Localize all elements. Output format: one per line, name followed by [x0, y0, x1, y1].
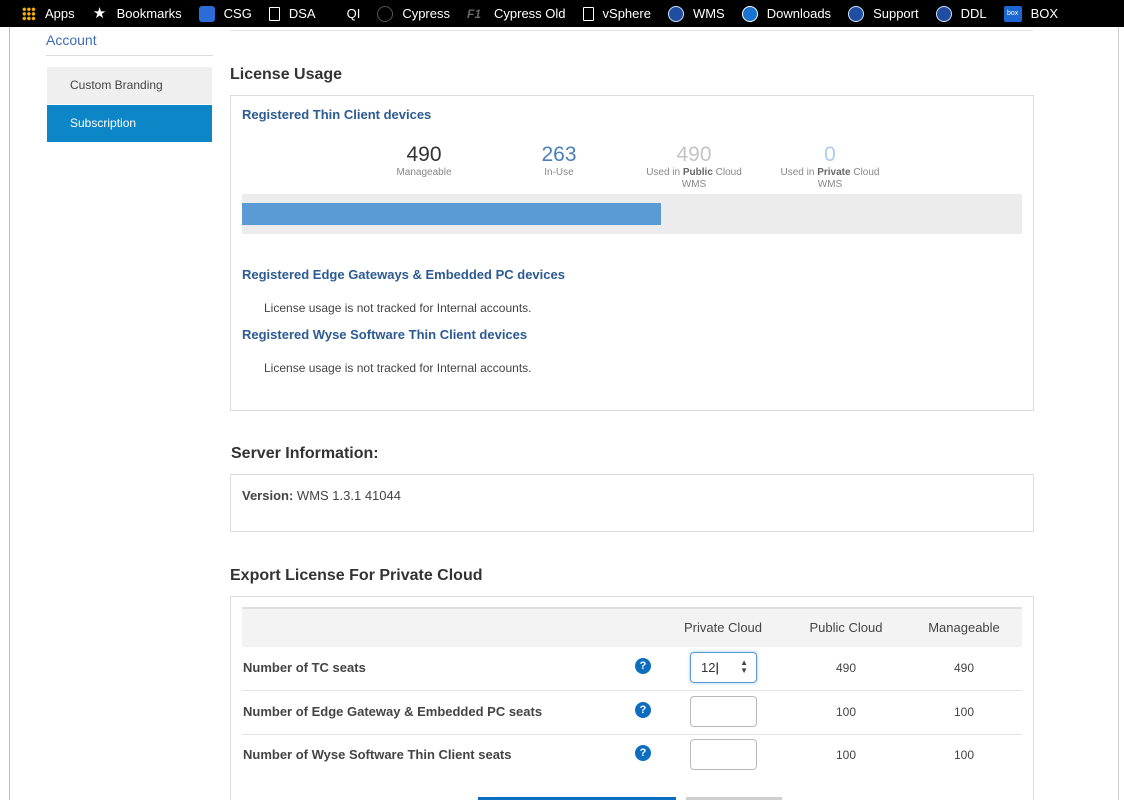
- stat-label: Used in Public Cloud WMS: [646, 167, 742, 190]
- stat-private-cloud: 0 Used in Private Cloud WMS: [770, 143, 890, 191]
- export-license-heading: Export License For Private Cloud: [230, 567, 483, 584]
- apps-icon: [22, 6, 36, 21]
- row-label-wyse-seats: Number of Wyse Software Thin Client seat…: [243, 747, 512, 762]
- stat-label: In-Use: [544, 167, 574, 178]
- bookmark-downloads[interactable]: Downloads: [741, 5, 831, 22]
- bookmark-dsa[interactable]: DSA: [268, 6, 316, 21]
- wyse-software-title: Registered Wyse Software Thin Client dev…: [242, 327, 528, 342]
- row-divider: [242, 734, 1022, 735]
- dell-icon: [935, 5, 952, 22]
- csg-icon: [198, 5, 215, 22]
- download-icon: [741, 5, 758, 22]
- stat-value: 0: [824, 143, 836, 166]
- tc-seats-private-input[interactable]: 12| ▲ ▼: [690, 652, 757, 683]
- bookmark-vsphere[interactable]: vSphere: [582, 6, 651, 21]
- server-version: Version: WMS 1.3.1 41044: [242, 488, 401, 503]
- bookmark-support[interactable]: Support: [848, 5, 919, 22]
- stat-label: Manageable: [396, 167, 452, 178]
- divider: [230, 30, 1033, 31]
- help-icon[interactable]: ?: [635, 658, 651, 674]
- stat-label: Used in Private Cloud WMS: [780, 167, 880, 190]
- bookmarks-bar: Apps ★ Bookmarks CSG DSA QI Cypress F1 Cyp…: [0, 0, 1124, 27]
- edge-gateways-note: License usage is not tracked for Interna…: [264, 301, 532, 315]
- star-icon: ★: [92, 4, 107, 22]
- bookmark-cypress[interactable]: Cypress: [377, 5, 450, 22]
- column-header-public-cloud: Public Cloud: [809, 620, 883, 635]
- tc-seats-manageable-value: 490: [953, 661, 975, 675]
- dell-icon: [667, 5, 684, 22]
- page-icon: [268, 6, 280, 21]
- dell-icon: [848, 5, 865, 22]
- bookmark-qi[interactable]: QI: [347, 6, 361, 21]
- window-frame-left: [0, 27, 10, 800]
- column-header-manageable: Manageable: [928, 620, 1000, 635]
- wyse-software-note: License usage is not tracked for Interna…: [264, 361, 532, 375]
- divider: [46, 55, 213, 56]
- input-value: 12: [701, 660, 716, 675]
- cypress-icon: [377, 5, 394, 22]
- license-usage-heading: License Usage: [230, 66, 343, 83]
- stat-public-cloud: 490 Used in Public Cloud WMS: [634, 143, 754, 191]
- bookmark-csg[interactable]: CSG: [198, 5, 252, 22]
- bookmark-wms[interactable]: WMS: [667, 5, 725, 22]
- server-info-heading: Server Information:: [231, 445, 379, 462]
- usage-progress-bar: [242, 194, 1022, 234]
- stat-in-use: 263 In-Use: [499, 143, 619, 179]
- wyse-seats-private-input[interactable]: [690, 739, 757, 770]
- row-divider: [242, 690, 1022, 691]
- sidebar-item-subscription[interactable]: Subscription: [47, 105, 212, 142]
- usage-progress-fill: [242, 203, 661, 225]
- edge-gateways-title: Registered Edge Gateways & Embedded PC d…: [242, 267, 565, 282]
- box-icon: box: [1003, 5, 1022, 22]
- row-label-tc-seats: Number of TC seats: [243, 660, 366, 675]
- edge-seats-public-value: 100: [835, 705, 857, 719]
- stat-manageable: 490 Manageable: [364, 143, 484, 179]
- wyse-seats-manageable-value: 100: [953, 748, 975, 762]
- edge-seats-manageable-value: 100: [953, 705, 975, 719]
- wyse-seats-public-value: 100: [835, 748, 857, 762]
- sidebar-item-custom-branding[interactable]: Custom Branding: [47, 67, 212, 104]
- bookmark-box[interactable]: box BOX: [1003, 5, 1058, 22]
- tc-seats-public-value: 490: [835, 661, 857, 675]
- help-icon[interactable]: ?: [635, 702, 651, 718]
- bookmark-cypress-old[interactable]: F1 Cypress Old: [467, 6, 566, 22]
- thin-client-title: Registered Thin Client devices: [242, 107, 432, 122]
- version-label: Version:: [242, 488, 294, 503]
- bookmark-apps[interactable]: Apps: [22, 6, 75, 21]
- edge-seats-private-input[interactable]: [690, 696, 757, 727]
- server-info-panel: [230, 474, 1034, 532]
- bookmark-ddl[interactable]: DDL: [935, 5, 987, 22]
- bookmark-bookmarks[interactable]: ★ Bookmarks: [92, 4, 182, 22]
- column-header-private-cloud: Private Cloud: [683, 620, 763, 635]
- table-header: [242, 607, 1022, 647]
- spinner-icon[interactable]: ▲ ▼: [740, 659, 748, 675]
- sidebar-title: Account: [46, 32, 97, 48]
- page-icon: [582, 6, 594, 21]
- row-label-edge-seats: Number of Edge Gateway & Embedded PC sea…: [243, 704, 543, 719]
- help-icon[interactable]: ?: [635, 745, 651, 761]
- stat-value: 490: [406, 143, 442, 166]
- text-cursor: |: [715, 660, 719, 675]
- window-frame-right: [1118, 27, 1124, 800]
- version-value: WMS 1.3.1 41044: [296, 488, 401, 503]
- f1-icon: F1: [467, 6, 482, 21]
- stat-value: 263: [541, 143, 577, 166]
- stat-value: 490: [676, 143, 712, 166]
